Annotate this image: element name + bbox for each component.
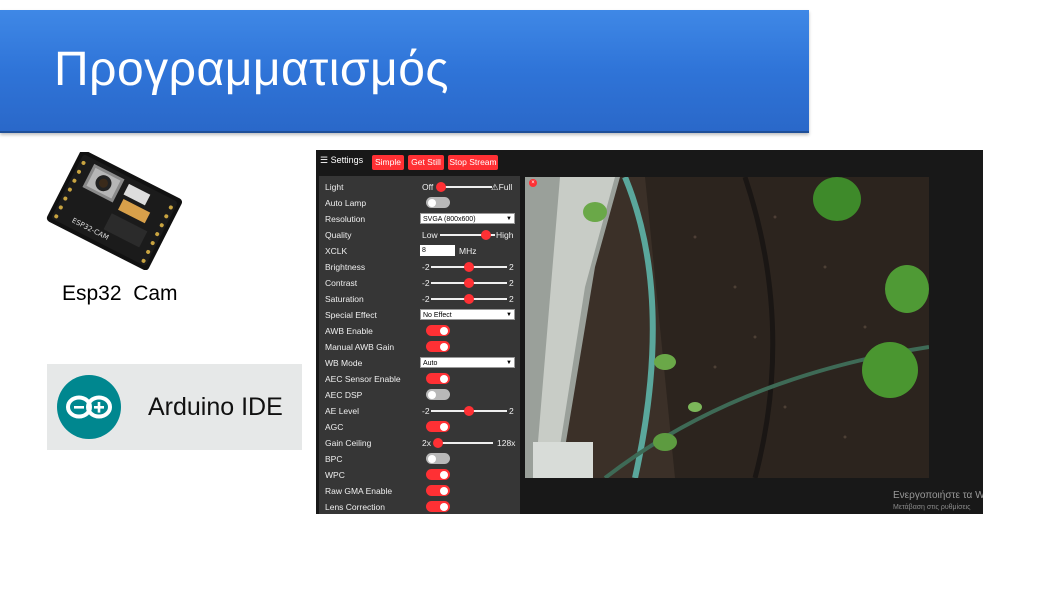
app-toolbar: ☰ Settings Simple Get Still Stop Stream <box>316 150 983 174</box>
wpc-toggle[interactable] <box>426 469 450 480</box>
special-effect-select[interactable]: No Effect ▼ <box>420 309 515 320</box>
auto-lamp-row: Auto Lamp <box>319 195 520 211</box>
gain-ceiling-row: Gain Ceiling 2x 128x <box>319 435 520 451</box>
aec-dsp-row: AEC DSP <box>319 387 520 403</box>
arduino-logo-icon <box>57 375 121 439</box>
light-min-label: Off <box>422 182 434 192</box>
brightness-row: Brightness -2 2 <box>319 259 520 275</box>
quality-row: Quality Low High <box>319 227 520 243</box>
agc-toggle[interactable] <box>426 421 450 432</box>
contrast-slider-thumb[interactable] <box>464 278 474 288</box>
saturation-max-label: 2 <box>509 294 514 304</box>
ae-level-row: AE Level -2 2 <box>319 403 520 419</box>
aec-sensor-row: AEC Sensor Enable <box>319 371 520 387</box>
xclk-label: XCLK <box>325 246 348 256</box>
brightness-label: Brightness <box>325 262 366 272</box>
light-slider-thumb[interactable] <box>436 182 446 192</box>
brightness-max-label: 2 <box>509 262 514 272</box>
agc-label: AGC <box>325 422 344 432</box>
gain-ceiling-max-label: 128x <box>497 438 516 448</box>
agc-row: AGC <box>319 419 520 435</box>
xclk-row: XCLK 8 MHz <box>319 243 520 259</box>
bpc-label: BPC <box>325 454 343 464</box>
xclk-input[interactable]: 8 <box>420 245 455 256</box>
aec-dsp-label: AEC DSP <box>325 390 363 400</box>
quality-slider-thumb[interactable] <box>481 230 491 240</box>
esp32-cam-web-app: ☰ Settings Simple Get Still Stop Stream … <box>316 150 983 514</box>
windows-activation-watermark: Ενεργοποιήστε τα W <box>893 490 983 501</box>
settings-menu-toggle[interactable]: ☰ Settings <box>320 155 363 166</box>
resolution-row: Resolution SVGA (800x600) ▼ <box>319 211 520 227</box>
camera-stream-image <box>525 177 929 478</box>
wb-mode-row: WB Mode Auto ▼ <box>319 355 520 371</box>
quality-label: Quality <box>325 230 352 240</box>
contrast-max-label: 2 <box>509 278 514 288</box>
bpc-row: BPC <box>319 451 520 467</box>
contrast-min-label: -2 <box>422 278 430 288</box>
awb-enable-label: AWB Enable <box>325 326 373 336</box>
raw-gma-label: Raw GMA Enable <box>325 486 393 496</box>
saturation-row: Saturation -2 2 <box>319 291 520 307</box>
bpc-toggle[interactable] <box>426 453 450 464</box>
manual-awb-gain-row: Manual AWB Gain <box>319 339 520 355</box>
ae-level-max-label: 2 <box>509 406 514 416</box>
resolution-select[interactable]: SVGA (800x600) ▼ <box>420 213 515 224</box>
arduino-ide-label: Arduino IDE <box>148 393 283 421</box>
quality-max-label: High <box>496 230 514 240</box>
lens-correction-toggle[interactable] <box>426 501 450 512</box>
special-effect-row: Special Effect No Effect ▼ <box>319 307 520 323</box>
contrast-row: Contrast -2 2 <box>319 275 520 291</box>
wb-mode-select[interactable]: Auto ▼ <box>420 357 515 368</box>
awb-enable-row: AWB Enable <box>319 323 520 339</box>
esp32-cam-board-image: ESP32-CAM <box>46 152 183 270</box>
ae-level-min-label: -2 <box>422 406 430 416</box>
raw-gma-row: Raw GMA Enable <box>319 483 520 499</box>
get-still-button[interactable]: Get Still <box>408 155 444 170</box>
aec-dsp-toggle[interactable] <box>426 389 450 400</box>
wpc-row: WPC <box>319 467 520 483</box>
slide-title-bar: Προγραμματισμός <box>0 10 809 133</box>
saturation-min-label: -2 <box>422 294 430 304</box>
saturation-label: Saturation <box>325 294 364 304</box>
board-label: Esp32 Cam <box>62 282 178 305</box>
lens-correction-row: Lens Correction <box>319 499 520 514</box>
manual-awb-gain-label: Manual AWB Gain <box>325 342 395 352</box>
arduino-ide-box: Arduino IDE <box>47 364 302 450</box>
wb-mode-label: WB Mode <box>325 358 363 368</box>
gain-ceiling-label: Gain Ceiling <box>325 438 372 448</box>
light-row: Light Off ⚠Full <box>319 179 520 195</box>
light-label: Light <box>325 182 344 192</box>
windows-activation-subtext: Μετάβαση στις ρυθμίσεις <box>893 504 971 511</box>
auto-lamp-label: Auto Lamp <box>325 198 367 208</box>
quality-min-label: Low <box>422 230 438 240</box>
auto-lamp-toggle[interactable] <box>426 197 450 208</box>
light-max-label: ⚠Full <box>491 182 513 192</box>
brightness-slider-thumb[interactable] <box>464 262 474 272</box>
settings-panel: Light Off ⚠Full Auto Lamp Resolution SVG… <box>319 176 520 514</box>
awb-enable-toggle[interactable] <box>426 325 450 336</box>
saturation-slider-thumb[interactable] <box>464 294 474 304</box>
lens-correction-label: Lens Correction <box>325 502 386 512</box>
aec-sensor-toggle[interactable] <box>426 373 450 384</box>
gain-ceiling-slider-track[interactable] <box>435 442 493 444</box>
aec-sensor-label: AEC Sensor Enable <box>325 374 401 384</box>
ae-level-slider-thumb[interactable] <box>464 406 474 416</box>
raw-gma-toggle[interactable] <box>426 485 450 496</box>
manual-awb-gain-toggle[interactable] <box>426 341 450 352</box>
xclk-unit: MHz <box>459 246 477 256</box>
contrast-label: Contrast <box>325 278 358 288</box>
gain-ceiling-min-label: 2x <box>422 438 431 448</box>
brightness-min-label: -2 <box>422 262 430 272</box>
ae-level-label: AE Level <box>325 406 360 416</box>
slide-title: Προγραμματισμός <box>54 43 450 96</box>
resolution-label: Resolution <box>325 214 366 224</box>
gain-ceiling-slider-thumb[interactable] <box>433 438 443 448</box>
close-stream-icon[interactable]: × <box>529 179 537 187</box>
wpc-label: WPC <box>325 470 345 480</box>
simple-button[interactable]: Simple <box>372 155 404 170</box>
stop-stream-button[interactable]: Stop Stream <box>448 155 498 170</box>
special-effect-label: Special Effect <box>325 310 377 320</box>
